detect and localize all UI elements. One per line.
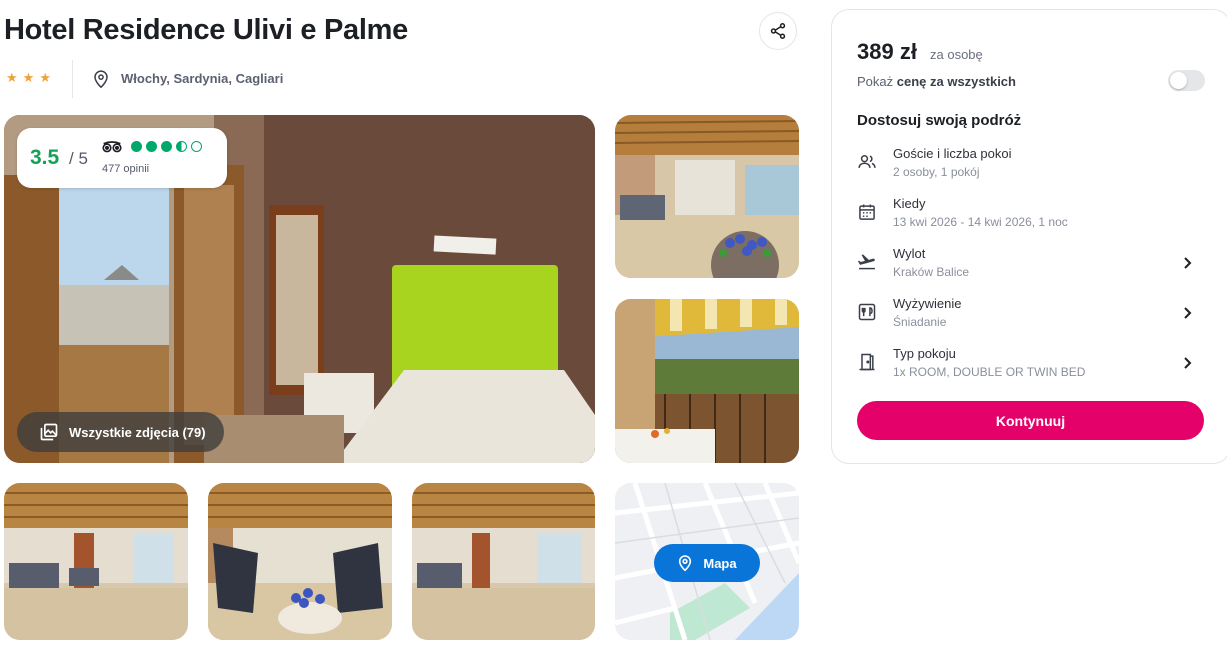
option-guests[interactable]: Goście i liczba pokoi 2 osoby, 1 pokój <box>857 144 1207 184</box>
hotel-stars: ★ ★ ★ <box>6 71 51 84</box>
option-value: 13 kwi 2026 - 14 kwi 2026, 1 noc <box>893 215 1068 229</box>
rating-score: 3.5 <box>30 146 60 169</box>
rating-bubble <box>131 141 142 152</box>
booking-panel: 389 zł za osobę Pokaż cenę za wszystkich… <box>831 9 1227 464</box>
rating-bubble <box>161 141 172 152</box>
gallery-thumbnail[interactable] <box>208 483 392 640</box>
option-label: Typ pokoju <box>893 346 956 361</box>
location-pin-icon <box>94 70 108 89</box>
option-room-type[interactable]: Typ pokoju 1x ROOM, DOUBLE OR TWIN BED <box>857 344 1207 384</box>
total-price-toggle-label: Pokaż cenę za wszystkich <box>857 74 1016 89</box>
rating-bubbles <box>131 141 202 152</box>
map-button[interactable]: Mapa <box>654 544 760 582</box>
total-price-toggle[interactable] <box>1168 70 1205 91</box>
star-icon: ★ <box>22 70 35 85</box>
rating-bubble <box>176 141 187 152</box>
chevron-right-icon <box>1184 257 1192 269</box>
gallery-thumbnail[interactable] <box>412 483 595 640</box>
price-unit: za osobę <box>930 47 983 62</box>
continue-button[interactable]: Kontynuuj <box>857 401 1204 440</box>
star-icon: ★ <box>6 70 18 85</box>
hotel-title: Hotel Residence Ulivi e Palme <box>4 14 408 46</box>
plane-departure-icon <box>857 254 875 270</box>
option-label: Wylot <box>893 246 926 261</box>
rating-card[interactable]: 3.5 / 5 477 opinii <box>17 128 227 188</box>
guests-icon <box>858 155 876 168</box>
all-photos-button[interactable]: Wszystkie zdjęcia (79) <box>17 412 224 452</box>
option-label: Goście i liczba pokoi <box>893 146 1012 161</box>
option-label: Wyżywienie <box>893 296 962 311</box>
reviews-count[interactable]: 477 opinii <box>102 163 149 175</box>
rating-bubble <box>191 141 202 152</box>
hotel-location[interactable]: Włochy, Sardynia, Cagliari <box>121 71 283 86</box>
option-value: Śniadanie <box>893 315 947 329</box>
map-button-label: Mapa <box>703 555 737 571</box>
rating-bubble <box>146 141 157 152</box>
gallery-icon <box>40 423 58 441</box>
chevron-right-icon <box>1184 307 1192 319</box>
map-pin-icon <box>679 555 692 572</box>
option-value: 2 osoby, 1 pokój <box>893 165 980 179</box>
price: 389 zł <box>857 39 917 64</box>
calendar-icon <box>859 204 875 220</box>
main-photo[interactable]: 3.5 / 5 477 opinii Wszystkie zdjęcia (79… <box>4 115 595 463</box>
gallery-thumbnail[interactable] <box>615 115 799 278</box>
share-button[interactable] <box>759 12 797 50</box>
customize-trip-title: Dostosuj swoją podróż <box>857 112 1022 129</box>
share-icon <box>770 23 786 39</box>
gallery-thumbnail[interactable] <box>4 483 188 640</box>
room-door-icon <box>859 353 875 371</box>
tripadvisor-icon <box>102 141 122 153</box>
rating-max: / 5 <box>69 149 88 168</box>
meal-icon <box>858 303 876 321</box>
all-photos-label: Wszystkie zdjęcia (79) <box>69 424 206 440</box>
chevron-right-icon <box>1184 357 1192 369</box>
divider <box>72 60 73 98</box>
option-departure[interactable]: Wylot Kraków Balice <box>857 244 1207 284</box>
option-label: Kiedy <box>893 196 926 211</box>
star-icon: ★ <box>39 70 51 85</box>
option-value: 1x ROOM, DOUBLE OR TWIN BED <box>893 365 1086 379</box>
gallery-thumbnail[interactable] <box>615 299 799 463</box>
map-thumbnail[interactable]: Mapa <box>615 483 799 640</box>
option-meals[interactable]: Wyżywienie Śniadanie <box>857 294 1207 334</box>
option-dates[interactable]: Kiedy 13 kwi 2026 - 14 kwi 2026, 1 noc <box>857 194 1207 234</box>
option-value: Kraków Balice <box>893 265 970 279</box>
